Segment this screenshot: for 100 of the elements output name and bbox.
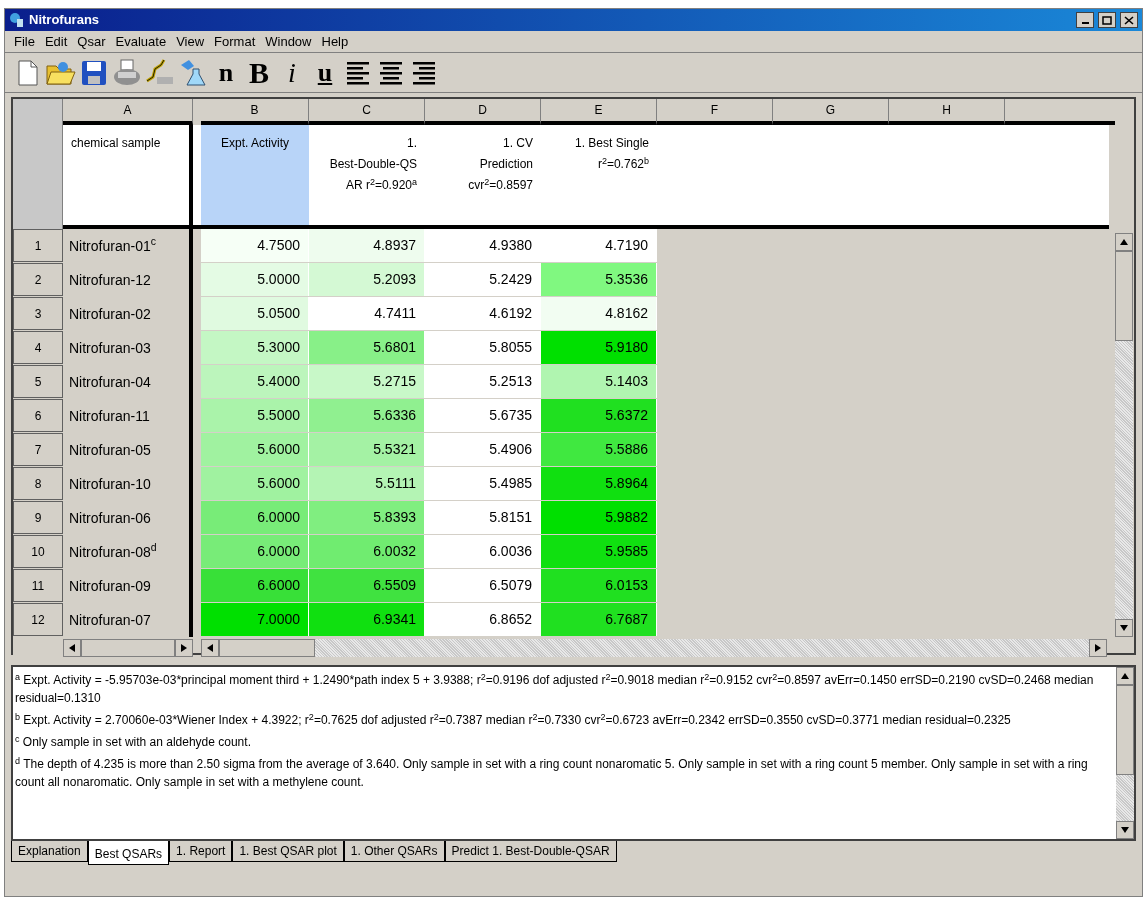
horizontal-scrollbar[interactable]	[201, 639, 1107, 657]
table-cell: 5.0000	[201, 263, 309, 296]
down-arrow-icon[interactable]	[1121, 827, 1129, 833]
table-cell: 6.5509	[309, 569, 425, 602]
left-arrow-icon[interactable]	[68, 644, 75, 652]
close-icon	[1124, 15, 1134, 25]
table-cell: 5.8151	[425, 501, 541, 534]
column-header[interactable]: H	[889, 99, 1005, 125]
table-cell: 4.7190	[541, 229, 657, 262]
column-header[interactable]: C	[309, 99, 425, 125]
table-cell: 6.0153	[541, 569, 657, 602]
row-header[interactable]: 3	[13, 297, 63, 330]
header-text: 1.	[407, 135, 417, 152]
table-cell: 6.0032	[309, 535, 425, 568]
footnote: $^{b}$ Expt. Activity = 2.70060e-03*Wiener Index + 4.3922; r$^{2}$=0.7625 dof adjusted r$^{2}$=0.7387 median r$^{2}$=0.7330 cvr$^{2}$=0.6723 avErr=0.2342 errSD=0.3550 cvSD=0.3771 median residual=0.2325	[15, 711, 1012, 729]
table-cell: 4.7411	[309, 297, 425, 330]
scroll-thumb[interactable]	[219, 639, 315, 657]
menu-item[interactable]: Edit	[39, 31, 73, 52]
maximize-button[interactable]	[1098, 12, 1116, 28]
sheet-tab[interactable]: Explanation	[11, 841, 88, 862]
row-header[interactable]: 8	[13, 467, 63, 500]
table-cell: 5.9180	[541, 331, 657, 364]
table-cell: 5.2715	[309, 365, 425, 398]
table-cell: 5.9882	[541, 501, 657, 534]
row-header[interactable]: 2	[13, 263, 63, 296]
row-header[interactable]: 5	[13, 365, 63, 398]
header-text: Expt. Activity	[221, 135, 289, 152]
column-header[interactable]: F	[657, 99, 773, 125]
header-text: AR r$^{2}$=0.920$^{a}$	[345, 175, 417, 194]
menu-item[interactable]: Window	[260, 31, 317, 52]
sheet-tab[interactable]: Predict 1. Best-Double-QSAR	[444, 841, 617, 862]
menu-item[interactable]: Help	[316, 31, 354, 52]
row-header[interactable]: 10	[13, 535, 63, 568]
vertical-scrollbar[interactable]	[1115, 233, 1133, 637]
scroll-thumb[interactable]	[80, 639, 176, 657]
table-cell: 7.0000	[201, 603, 309, 636]
column-header[interactable]: A	[63, 99, 193, 125]
up-arrow-icon[interactable]	[1120, 239, 1128, 245]
row-header[interactable]: 7	[13, 433, 63, 466]
horizontal-scrollbar[interactable]	[63, 639, 193, 657]
row-header[interactable]: 12	[13, 603, 63, 636]
maximize-icon	[1102, 15, 1112, 25]
printer-icon[interactable]	[112, 57, 142, 88]
column-header[interactable]: B	[201, 99, 309, 125]
normal-text-button[interactable]: n	[211, 57, 241, 88]
column-header[interactable]: D	[425, 99, 541, 125]
bold-button[interactable]: B	[244, 57, 274, 88]
sheet-tab[interactable]: 1. Other QSARs	[343, 841, 445, 862]
table-cell: 5.2429	[425, 263, 541, 296]
table-cell: 5.1403	[541, 365, 657, 398]
column-header[interactable]: E	[541, 99, 657, 125]
table-cell: 6.5079	[425, 569, 541, 602]
header-text: cvr$^{2}$=0.8597	[468, 175, 533, 194]
table-cell: 6.6000	[201, 569, 309, 602]
underline-button[interactable]: u	[310, 57, 340, 88]
left-arrow-icon[interactable]	[207, 644, 213, 652]
vertical-scrollbar[interactable]	[1116, 667, 1134, 839]
table-cell: 5.4906	[425, 433, 541, 466]
table-cell: 6.0000	[201, 535, 309, 568]
table-cell: 6.7687	[541, 603, 657, 636]
table-cell: 5.0500	[201, 297, 309, 330]
footnote: $^{c}$ Only sample in set with an aldehyde count.	[15, 733, 252, 751]
menu-item[interactable]: Evaluate	[110, 31, 172, 52]
table-cell: 5.5111	[309, 467, 425, 500]
menu-item[interactable]: Format	[209, 31, 261, 52]
sheet-tab[interactable]: Best QSARs	[87, 841, 170, 865]
right-arrow-icon[interactable]	[1095, 644, 1101, 652]
menu-item[interactable]: Qsar	[72, 31, 111, 52]
table-cell: 5.2513	[425, 365, 541, 398]
italic-button[interactable]: i	[277, 57, 307, 88]
row-header[interactable]: 4	[13, 331, 63, 364]
window-title: Nitrofurans	[29, 11, 100, 30]
header-text: r$^{2}$=0.762$^{b}$	[597, 154, 649, 173]
header-text: Prediction	[479, 156, 533, 173]
table-cell: 5.6000	[201, 467, 309, 500]
scroll-thumb[interactable]	[1116, 685, 1134, 775]
close-button[interactable]	[1120, 12, 1138, 28]
row-header[interactable]: 9	[13, 501, 63, 534]
header-text: Best-Double-QS	[329, 156, 417, 173]
menu-item[interactable]: File	[9, 31, 40, 52]
sheet-tab[interactable]: 1. Best QSAR plot	[232, 841, 344, 862]
table-cell: 4.6192	[425, 297, 541, 330]
right-arrow-icon[interactable]	[181, 644, 188, 652]
row-header[interactable]: 11	[13, 569, 63, 602]
row-header[interactable]: 6	[13, 399, 63, 432]
down-arrow-icon[interactable]	[1120, 625, 1128, 631]
up-arrow-icon[interactable]	[1121, 673, 1129, 679]
sheet-tab[interactable]: 1. Report	[169, 841, 233, 862]
table-cell: 5.6735	[425, 399, 541, 432]
app-icon	[9, 12, 25, 28]
row-header[interactable]: 1	[13, 229, 63, 262]
table-cell: 5.5886	[541, 433, 657, 466]
scroll-thumb[interactable]	[1115, 251, 1133, 341]
menu-item[interactable]: View	[171, 31, 210, 52]
column-header[interactable]: G	[773, 99, 889, 125]
table-cell: 5.8055	[425, 331, 541, 364]
table-cell: 6.8652	[425, 603, 541, 636]
minimize-button[interactable]	[1076, 12, 1094, 28]
table-cell: 6.0036	[425, 535, 541, 568]
table-cell: 5.4000	[201, 365, 309, 398]
